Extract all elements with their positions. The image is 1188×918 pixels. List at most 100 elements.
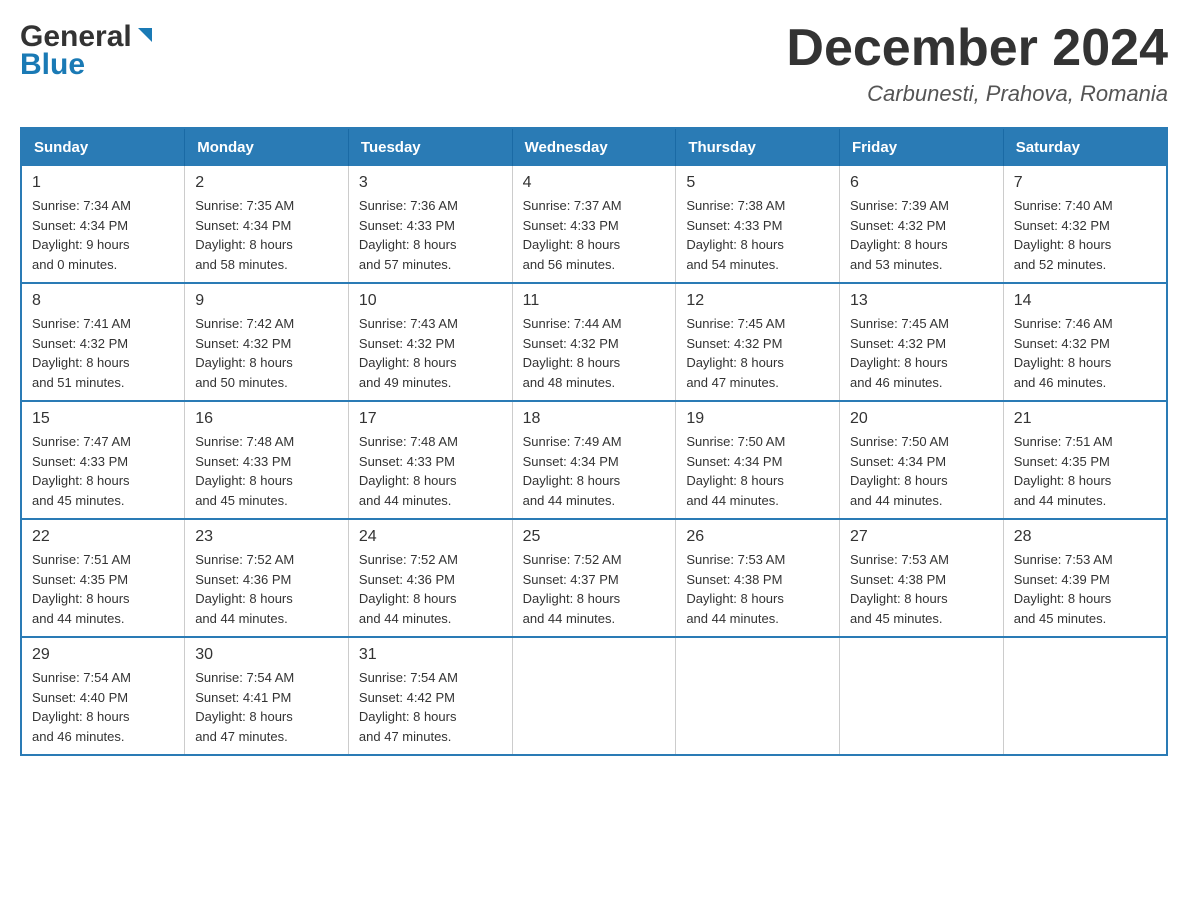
calendar-cell: 13 Sunrise: 7:45 AMSunset: 4:32 PMDayligh… (840, 283, 1004, 401)
column-header-tuesday: Tuesday (348, 128, 512, 166)
page-header: General Blue December 2024 Carbunesti, P… (20, 20, 1168, 107)
calendar-cell: 28Sunrise: 7:53 AMSunset: 4:39 PMDayligh… (1003, 519, 1167, 637)
calendar-cell: 30Sunrise: 7:54 AMSunset: 4:41 PMDayligh… (185, 637, 349, 755)
day-info: Sunrise: 7:54 AMSunset: 4:42 PMDaylight:… (359, 668, 502, 746)
title-section: December 2024 Carbunesti, Prahova, Roman… (786, 20, 1168, 107)
day-info: Sunrise: 7:45 AMSunset: 4:32 PMDaylight:… (686, 314, 829, 392)
calendar-week-row: 15 Sunrise: 7:47 AMSunset: 4:33 PMDayligh… (21, 401, 1167, 519)
day-number: 26 (686, 528, 829, 546)
day-info: Sunrise: 7:52 AMSunset: 4:36 PMDaylight:… (195, 550, 338, 628)
day-number: 29 (32, 646, 174, 664)
day-info: Sunrise: 7:37 AMSunset: 4:33 PMDaylight:… (523, 196, 666, 274)
day-number: 18 (523, 410, 666, 428)
day-info: Sunrise: 7:36 AMSunset: 4:33 PMDaylight:… (359, 196, 502, 274)
calendar-cell (676, 637, 840, 755)
day-number: 20 (850, 410, 993, 428)
calendar-cell: 20 Sunrise: 7:50 AMSunset: 4:34 PMDayligh… (840, 401, 1004, 519)
day-info: Sunrise: 7:51 AMSunset: 4:35 PMDaylight:… (1014, 432, 1156, 510)
day-number: 8 (32, 292, 174, 310)
day-info: Sunrise: 7:53 AMSunset: 4:38 PMDaylight:… (686, 550, 829, 628)
day-info: Sunrise: 7:35 AMSunset: 4:34 PMDaylight:… (195, 196, 338, 274)
day-info: Sunrise: 7:39 AMSunset: 4:32 PMDaylight:… (850, 196, 993, 274)
column-header-sunday: Sunday (21, 128, 185, 166)
calendar-cell: 10 Sunrise: 7:43 AMSunset: 4:32 PMDayligh… (348, 283, 512, 401)
day-number: 16 (195, 410, 338, 428)
column-header-monday: Monday (185, 128, 349, 166)
day-info: Sunrise: 7:50 AMSunset: 4:34 PMDaylight:… (686, 432, 829, 510)
day-info: Sunrise: 7:49 AMSunset: 4:34 PMDaylight:… (523, 432, 666, 510)
day-number: 31 (359, 646, 502, 664)
day-number: 27 (850, 528, 993, 546)
calendar-cell: 8 Sunrise: 7:41 AMSunset: 4:32 PMDaylight… (21, 283, 185, 401)
day-number: 21 (1014, 410, 1156, 428)
day-info: Sunrise: 7:41 AMSunset: 4:32 PMDaylight:… (32, 314, 174, 392)
calendar-cell: 11 Sunrise: 7:44 AMSunset: 4:32 PMDayligh… (512, 283, 676, 401)
day-number: 6 (850, 174, 993, 192)
calendar-cell: 6 Sunrise: 7:39 AMSunset: 4:32 PMDaylight… (840, 166, 1004, 283)
calendar-cell: 18 Sunrise: 7:49 AMSunset: 4:34 PMDayligh… (512, 401, 676, 519)
calendar-cell: 5Sunrise: 7:38 AMSunset: 4:33 PMDaylight… (676, 166, 840, 283)
day-info: Sunrise: 7:48 AMSunset: 4:33 PMDaylight:… (195, 432, 338, 510)
calendar-cell: 26 Sunrise: 7:53 AMSunset: 4:38 PMDayligh… (676, 519, 840, 637)
column-header-wednesday: Wednesday (512, 128, 676, 166)
calendar-header-row: SundayMondayTuesdayWednesdayThursdayFrid… (21, 128, 1167, 166)
day-number: 30 (195, 646, 338, 664)
calendar-cell: 29 Sunrise: 7:54 AMSunset: 4:40 PMDayligh… (21, 637, 185, 755)
day-number: 14 (1014, 292, 1156, 310)
day-info: Sunrise: 7:44 AMSunset: 4:32 PMDaylight:… (523, 314, 666, 392)
day-number: 9 (195, 292, 338, 310)
day-number: 1 (32, 174, 174, 192)
day-number: 13 (850, 292, 993, 310)
calendar-cell: 23 Sunrise: 7:52 AMSunset: 4:36 PMDayligh… (185, 519, 349, 637)
calendar-cell: 7Sunrise: 7:40 AMSunset: 4:32 PMDaylight… (1003, 166, 1167, 283)
day-number: 12 (686, 292, 829, 310)
day-number: 23 (195, 528, 338, 546)
calendar-cell: 12 Sunrise: 7:45 AMSunset: 4:32 PMDayligh… (676, 283, 840, 401)
calendar-cell: 16 Sunrise: 7:48 AMSunset: 4:33 PMDayligh… (185, 401, 349, 519)
day-number: 2 (195, 174, 338, 192)
calendar-cell: 22Sunrise: 7:51 AMSunset: 4:35 PMDayligh… (21, 519, 185, 637)
calendar-cell: 4 Sunrise: 7:37 AMSunset: 4:33 PMDaylight… (512, 166, 676, 283)
day-info: Sunrise: 7:34 AMSunset: 4:34 PMDaylight:… (32, 196, 174, 274)
day-info: Sunrise: 7:52 AMSunset: 4:36 PMDaylight:… (359, 550, 502, 628)
calendar-cell: 27 Sunrise: 7:53 AMSunset: 4:38 PMDayligh… (840, 519, 1004, 637)
calendar-week-row: 1 Sunrise: 7:34 AMSunset: 4:34 PMDaylight… (21, 166, 1167, 283)
calendar-cell: 1 Sunrise: 7:34 AMSunset: 4:34 PMDaylight… (21, 166, 185, 283)
day-info: Sunrise: 7:47 AMSunset: 4:33 PMDaylight:… (32, 432, 174, 510)
day-info: Sunrise: 7:50 AMSunset: 4:34 PMDaylight:… (850, 432, 993, 510)
day-number: 28 (1014, 528, 1156, 546)
calendar-cell (1003, 637, 1167, 755)
day-info: Sunrise: 7:53 AMSunset: 4:38 PMDaylight:… (850, 550, 993, 628)
day-number: 15 (32, 410, 174, 428)
calendar-cell: 19 Sunrise: 7:50 AMSunset: 4:34 PMDayligh… (676, 401, 840, 519)
day-info: Sunrise: 7:40 AMSunset: 4:32 PMDaylight:… (1014, 196, 1156, 274)
day-number: 10 (359, 292, 502, 310)
day-info: Sunrise: 7:52 AMSunset: 4:37 PMDaylight:… (523, 550, 666, 628)
calendar-cell (840, 637, 1004, 755)
column-header-saturday: Saturday (1003, 128, 1167, 166)
calendar-week-row: 22Sunrise: 7:51 AMSunset: 4:35 PMDayligh… (21, 519, 1167, 637)
month-title: December 2024 (786, 20, 1168, 77)
logo-triangle-icon (134, 24, 156, 46)
day-info: Sunrise: 7:54 AMSunset: 4:40 PMDaylight:… (32, 668, 174, 746)
calendar-table: SundayMondayTuesdayWednesdayThursdayFrid… (20, 127, 1168, 756)
calendar-cell: 14Sunrise: 7:46 AMSunset: 4:32 PMDayligh… (1003, 283, 1167, 401)
day-info: Sunrise: 7:43 AMSunset: 4:32 PMDaylight:… (359, 314, 502, 392)
calendar-cell: 17Sunrise: 7:48 AMSunset: 4:33 PMDayligh… (348, 401, 512, 519)
day-number: 4 (523, 174, 666, 192)
calendar-week-row: 29 Sunrise: 7:54 AMSunset: 4:40 PMDayligh… (21, 637, 1167, 755)
day-number: 22 (32, 528, 174, 546)
column-header-thursday: Thursday (676, 128, 840, 166)
day-info: Sunrise: 7:42 AMSunset: 4:32 PMDaylight:… (195, 314, 338, 392)
day-info: Sunrise: 7:45 AMSunset: 4:32 PMDaylight:… (850, 314, 993, 392)
calendar-cell (512, 637, 676, 755)
calendar-cell: 9 Sunrise: 7:42 AMSunset: 4:32 PMDaylight… (185, 283, 349, 401)
day-number: 19 (686, 410, 829, 428)
calendar-cell: 21 Sunrise: 7:51 AMSunset: 4:35 PMDayligh… (1003, 401, 1167, 519)
day-number: 11 (523, 292, 666, 310)
calendar-cell: 2 Sunrise: 7:35 AMSunset: 4:34 PMDaylight… (185, 166, 349, 283)
day-number: 25 (523, 528, 666, 546)
day-info: Sunrise: 7:48 AMSunset: 4:33 PMDaylight:… (359, 432, 502, 510)
logo: General Blue (20, 20, 156, 82)
calendar-cell: 24Sunrise: 7:52 AMSunset: 4:36 PMDayligh… (348, 519, 512, 637)
